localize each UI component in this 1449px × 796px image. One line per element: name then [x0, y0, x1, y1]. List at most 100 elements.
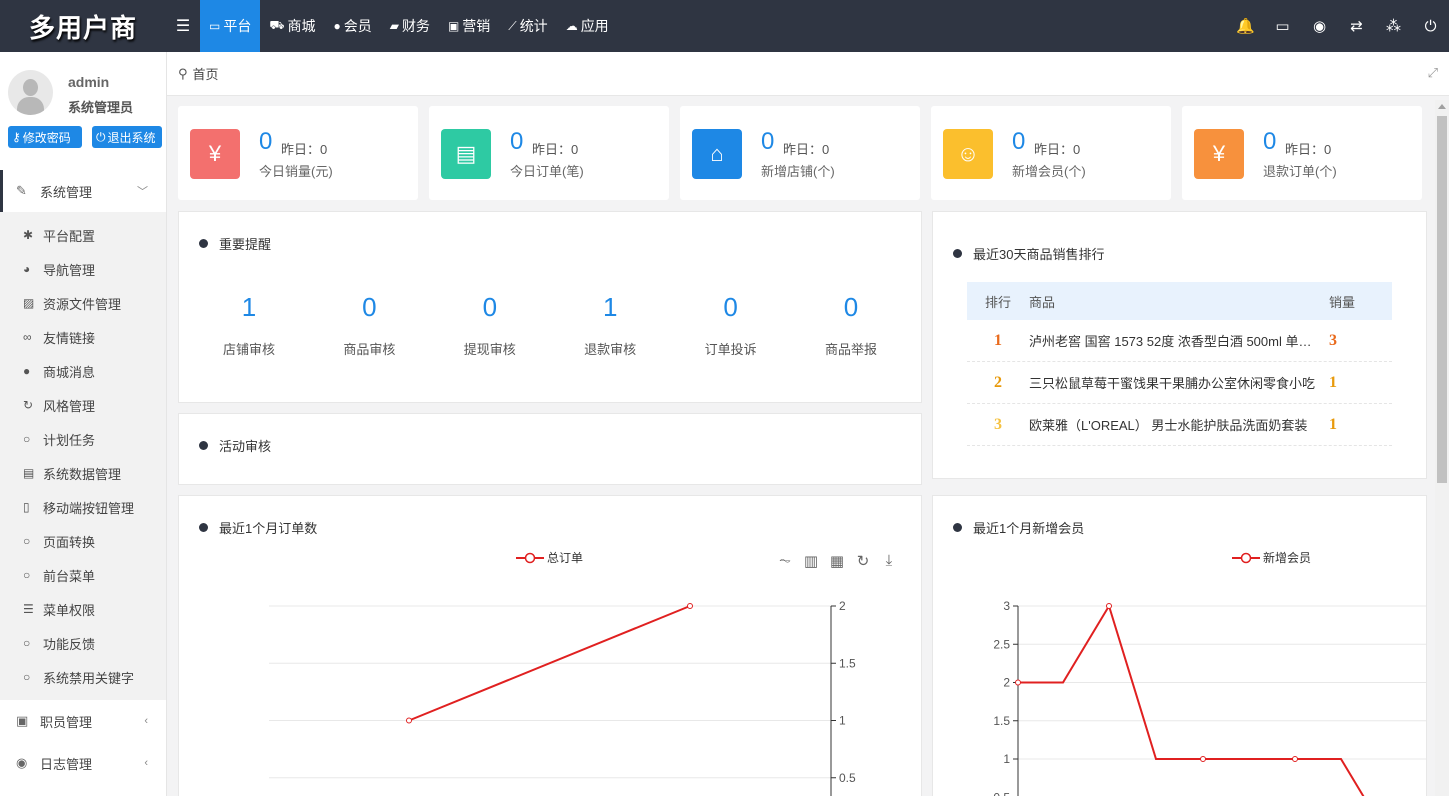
chevron-down-icon: ﹀: [137, 186, 148, 198]
change-password-button[interactable]: ⚷ 修改密码: [8, 126, 82, 148]
stat-label: 今日订单(笔): [510, 164, 584, 179]
sidebar-section-staff[interactable]: ▣ 职员管理 ‹: [0, 700, 166, 742]
sidebar-item-11[interactable]: ☰ 菜单权限: [0, 592, 166, 626]
sidebar-item-label: 友情链接: [43, 330, 96, 346]
bell-icon[interactable]: 🔔: [1227, 17, 1264, 35]
stat-card[interactable]: ▤ 0 昨日：0 今日订单(笔): [429, 106, 669, 200]
chevron-left-icon: ‹: [144, 715, 148, 727]
sidebar-item-9[interactable]: ○ 页面转换: [0, 524, 166, 558]
orders-line-chart: 2 1.5 1 0.5: [269, 599, 856, 796]
sidebar-item-5[interactable]: ↻ 风格管理: [0, 388, 166, 422]
monitor-icon[interactable]: ▭: [1264, 17, 1301, 35]
nav-item-0[interactable]: ▭ 平台: [200, 0, 261, 52]
circle-icon: ○: [23, 670, 31, 684]
product-name[interactable]: 三只松鼠草莓干蜜饯果干果脯办公室休闲零食小吃: [1029, 373, 1323, 392]
stat-yesterday: 昨日：0: [1034, 142, 1081, 157]
circle-icon: ○: [23, 534, 31, 548]
sidebar-item-label: 系统数据管理: [43, 466, 122, 482]
data-point[interactable]: [406, 717, 412, 724]
reminder-count: 1: [241, 292, 257, 322]
product-name[interactable]: 泸州老窖 国窖 1573 52度 浓香型白酒 500ml 单瓶装: [1029, 331, 1323, 350]
sidebar-item-0[interactable]: ✱ 平台配置: [0, 218, 166, 252]
stat-card[interactable]: ⌂ 0 昨日：0 新增店铺(个): [680, 106, 920, 200]
reminder-count: 0: [843, 292, 859, 322]
stat-label: 新增会员(个): [1012, 164, 1086, 179]
sidebar-item-3[interactable]: ∞ 友情链接: [0, 320, 166, 354]
nav-item-5[interactable]: ⟋ 统计: [499, 0, 556, 52]
orders-chart-panel: 最近1个月订单数 总订单 ⏦ ▥ ▦ ↻ ⤓ 2 1.5 1 0.5: [178, 495, 922, 796]
main-content: ⚲ 首页 ⤢ ¥0 昨日：0 今日销量(元) ▤ 0 昨日：0 今日订单(笔) ⌂ 0 昨日：0 新…: [167, 52, 1449, 796]
data-point[interactable]: [687, 603, 693, 609]
panel-title: 最近30天商品销售排行: [953, 244, 1104, 263]
sidebar-item-2[interactable]: ▨ 资源文件管理: [0, 286, 166, 320]
y-tick-label: 3: [1003, 599, 1010, 613]
sidebar-item-1[interactable]: ◕ 导航管理: [0, 252, 166, 286]
comment-icon: ●: [23, 364, 31, 378]
sidebar-item-13[interactable]: ○ 系统禁用关键字: [0, 660, 166, 694]
data-point[interactable]: [1292, 756, 1298, 762]
sidebar-item-7[interactable]: ▤ 系统数据管理: [0, 456, 166, 490]
sidebar-section-system[interactable]: ✎ 系统管理 ﹀: [0, 170, 166, 212]
breadcrumb-home[interactable]: 首页: [193, 64, 219, 83]
reminder-item[interactable]: 1 店铺审核: [189, 292, 309, 358]
data-point[interactable]: [1015, 679, 1021, 686]
handshake-icon[interactable]: ⇄: [1338, 17, 1375, 35]
nav-item-1[interactable]: ⛟ 商城: [260, 0, 324, 52]
sidebar-item-4[interactable]: ● 商城消息: [0, 354, 166, 388]
rank-number: 2: [994, 373, 1002, 391]
panel-title: 重要提醒: [199, 234, 271, 253]
logout-button[interactable]: ⏻ 退出系统: [92, 126, 162, 148]
logo[interactable]: 多用户商: [0, 0, 166, 52]
table-row[interactable]: 3 欧莱雅（L'OREAL） 男士水能护肤品洗面奶套装 1: [967, 404, 1392, 446]
location-icon[interactable]: ◉: [1301, 17, 1338, 35]
stat-card[interactable]: ¥0 昨日：0 退款订单(个): [1182, 106, 1422, 200]
sidebar-item-10[interactable]: ○ 前台菜单: [0, 558, 166, 592]
data-point[interactable]: [1200, 756, 1206, 762]
stat-card[interactable]: ☺ 0 昨日：0 新增会员(个): [931, 106, 1171, 200]
truck-icon: ▰: [389, 19, 399, 33]
reminder-item[interactable]: 0 订单投诉: [671, 292, 791, 358]
nav-item-4[interactable]: ▣ 营销: [439, 0, 499, 52]
series-line: [1018, 603, 1365, 796]
table-row[interactable]: 2 三只松鼠草莓干蜜饯果干果脯办公室休闲零食小吃 1: [967, 362, 1392, 404]
reminder-item[interactable]: 0 商品举报: [791, 292, 911, 358]
member-icon: ☺: [943, 129, 993, 179]
sidebar: admin 系统管理员 ⚷ 修改密码 ⏻ 退出系统 ✎ 系统管理 ﹀ ✱ 平台配置 ◕ 导…: [0, 52, 167, 796]
scroll-thumb[interactable]: [1437, 116, 1447, 483]
table-row[interactable]: 1 泸州老窖 国窖 1573 52度 浓香型白酒 500ml 单瓶装 3: [967, 320, 1392, 362]
sidebar-section-logs[interactable]: ◉ 日志管理 ‹: [0, 742, 166, 784]
stat-yesterday: 昨日：0: [783, 142, 830, 157]
spinner-icon[interactable]: ⁂: [1375, 17, 1412, 35]
sidebar-item-label: 页面转换: [43, 534, 96, 550]
stat-card[interactable]: ¥0 昨日：0 今日销量(元): [178, 106, 418, 200]
avatar: [8, 70, 53, 115]
reminder-item[interactable]: 0 提现审核: [430, 292, 550, 358]
sidebar-item-6[interactable]: ○ 计划任务: [0, 422, 166, 456]
col-sales: 销量: [1329, 294, 1356, 310]
reminder-count: 0: [482, 292, 498, 322]
user-role: 系统管理员: [68, 100, 134, 115]
top-bar: 多用户商 ☰ ▭ 平台 ⛟ 商城 ● 会员 ▰ 财务 ▣ 营销 ⟋ 统计 ☁ 应用 🔔 ▭ ◉ ⇄ ⁂ ⏻: [0, 0, 1449, 52]
product-name[interactable]: 欧莱雅（L'OREAL） 男士水能护肤品洗面奶套装: [1029, 415, 1323, 434]
stat-label: 新增店铺(个): [761, 164, 835, 179]
power-icon[interactable]: ⏻: [1412, 18, 1449, 35]
nav-item-6[interactable]: ☁ 应用: [557, 0, 618, 52]
sidebar-item-label: 导航管理: [43, 262, 96, 278]
sidebar-item-8[interactable]: ▯ 移动端按钮管理: [0, 490, 166, 524]
nav-item-2[interactable]: ● 会员: [324, 0, 380, 52]
reminder-item[interactable]: 1 退款审核: [550, 292, 670, 358]
fullscreen-icon[interactable]: ⤢: [1428, 65, 1438, 81]
scroll-up-arrow[interactable]: [1438, 104, 1446, 109]
nav-item-3[interactable]: ▰ 财务: [381, 0, 439, 52]
data-point[interactable]: [1106, 603, 1112, 609]
reminder-label: 商品举报: [824, 342, 877, 357]
menu-toggle-icon[interactable]: ☰: [166, 0, 200, 52]
activity-panel: 活动审核: [178, 413, 922, 485]
sidebar-item-12[interactable]: ○ 功能反馈: [0, 626, 166, 660]
reminder-item[interactable]: 0 商品审核: [309, 292, 429, 358]
scrollbar[interactable]: [1435, 100, 1449, 796]
col-rank: 排行: [984, 294, 1011, 310]
user-icon: ●: [333, 19, 341, 33]
sidebar-item-label: 平台配置: [43, 228, 96, 244]
breadcrumb: ⚲ 首页 ⤢: [167, 52, 1449, 96]
